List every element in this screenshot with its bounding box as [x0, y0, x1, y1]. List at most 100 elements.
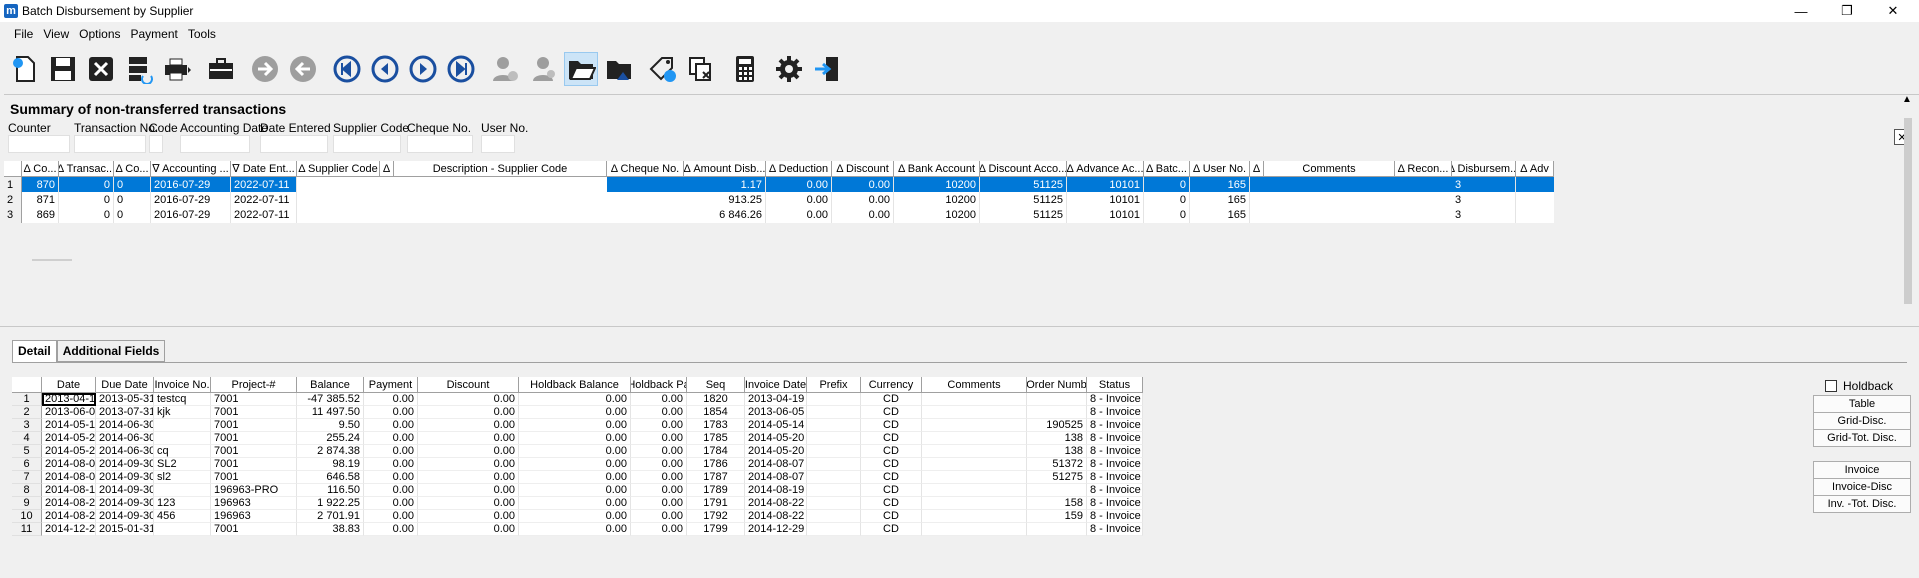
- detail-cell[interactable]: [807, 432, 861, 445]
- supplier-cell[interactable]: [297, 177, 607, 193]
- calculator-icon[interactable]: [728, 52, 762, 86]
- col-batch[interactable]: Δ Batc...: [1144, 161, 1190, 177]
- user-settings-icon[interactable]: [526, 52, 560, 86]
- minimize-button[interactable]: —: [1778, 0, 1824, 22]
- detail-cell[interactable]: 0.00: [631, 393, 687, 406]
- col-sort[interactable]: Δ: [380, 161, 394, 177]
- detail-cell[interactable]: 255.24: [297, 432, 364, 445]
- detail-cell[interactable]: 2014-12-29: [42, 523, 96, 536]
- detail-col-project[interactable]: Project-#: [211, 377, 297, 393]
- col-counter[interactable]: Δ Co...: [22, 161, 59, 177]
- col-advance[interactable]: Δ Adv: [1516, 161, 1554, 177]
- next-record-icon[interactable]: [406, 52, 440, 86]
- cell-disb[interactable]: 3: [1452, 207, 1516, 223]
- detail-cell[interactable]: 0.00: [519, 484, 631, 497]
- detail-cell[interactable]: CD: [861, 471, 922, 484]
- detail-col-due-date[interactable]: Due Date: [96, 377, 154, 393]
- col-accounting-date[interactable]: ∇ Accounting ...: [151, 161, 231, 177]
- col-transaction[interactable]: Δ Transac...: [59, 161, 114, 177]
- detail-cell[interactable]: [922, 406, 1027, 419]
- detail-cell[interactable]: 7001: [211, 406, 297, 419]
- detail-cell[interactable]: CD: [861, 393, 922, 406]
- cell-counter[interactable]: 869: [22, 207, 59, 223]
- detail-cell[interactable]: 0.00: [364, 458, 418, 471]
- detail-cell[interactable]: [922, 393, 1027, 406]
- detail-cell[interactable]: 2014-08-22: [42, 497, 96, 510]
- detail-cell[interactable]: 38.83: [297, 523, 364, 536]
- cell-discount[interactable]: 0.00: [832, 207, 894, 223]
- cell-acc_date[interactable]: 2016-07-29: [151, 177, 231, 193]
- detail-cell[interactable]: 0.00: [418, 458, 519, 471]
- detail-cell[interactable]: 0.00: [519, 393, 631, 406]
- detail-col-status[interactable]: Status: [1087, 377, 1143, 393]
- filter-date-entered-input[interactable]: [260, 135, 328, 153]
- detail-cell[interactable]: 0.00: [418, 445, 519, 458]
- cell-amount[interactable]: 6 846.26: [684, 207, 766, 223]
- detail-col-prefix[interactable]: Prefix: [807, 377, 861, 393]
- detail-cell[interactable]: 2014-09-30: [96, 510, 154, 523]
- detail-cell[interactable]: 0.00: [631, 510, 687, 523]
- first-record-icon[interactable]: [330, 52, 364, 86]
- detail-cell[interactable]: 2014-12-29: [745, 523, 807, 536]
- detail-row-number[interactable]: 11: [12, 523, 42, 536]
- detail-cell[interactable]: 98.19: [297, 458, 364, 471]
- menu-payment[interactable]: Payment: [131, 27, 178, 41]
- col-cheque[interactable]: Δ Cheque No.: [607, 161, 684, 177]
- detail-cell[interactable]: 456: [154, 510, 211, 523]
- detail-row-number[interactable]: 7: [12, 471, 42, 484]
- detail-row-number[interactable]: 4: [12, 432, 42, 445]
- detail-cell[interactable]: 0.00: [418, 484, 519, 497]
- detail-cell[interactable]: 116.50: [297, 484, 364, 497]
- inv-tot-disc-button[interactable]: Inv. -Tot. Disc.: [1813, 495, 1911, 513]
- cell-user[interactable]: 165: [1190, 177, 1250, 193]
- detail-cell[interactable]: 0.00: [631, 419, 687, 432]
- open-folder-icon[interactable]: [564, 52, 598, 86]
- detail-cell[interactable]: 138: [1027, 432, 1087, 445]
- detail-cell[interactable]: [807, 497, 861, 510]
- invoice-button[interactable]: Invoice: [1813, 461, 1911, 479]
- detail-cell[interactable]: 2014-08-07: [745, 458, 807, 471]
- detail-cell[interactable]: 2014-05-14: [42, 419, 96, 432]
- detail-cell[interactable]: 1789: [687, 484, 745, 497]
- col-discount[interactable]: Δ Discount: [832, 161, 894, 177]
- detail-cell[interactable]: 0.00: [418, 471, 519, 484]
- detail-col-holdback-balance[interactable]: Holdback Balance: [519, 377, 631, 393]
- detail-cell[interactable]: 0.00: [418, 432, 519, 445]
- cell-acc_date[interactable]: 2016-07-29: [151, 207, 231, 223]
- tab-additional-fields[interactable]: Additional Fields: [56, 340, 166, 362]
- filter-supplier-input[interactable]: [333, 135, 401, 153]
- detail-cell[interactable]: 51275: [1027, 471, 1087, 484]
- detail-cell[interactable]: 0.00: [631, 406, 687, 419]
- detail-cell[interactable]: [1027, 393, 1087, 406]
- detail-row-number[interactable]: 6: [12, 458, 42, 471]
- detail-cell[interactable]: [922, 523, 1027, 536]
- cell-disb[interactable]: 3: [1452, 177, 1516, 193]
- detail-cell[interactable]: SL2: [154, 458, 211, 471]
- detail-cell[interactable]: 158: [1027, 497, 1087, 510]
- horizontal-scrollbar[interactable]: [32, 259, 72, 261]
- detail-col-currency[interactable]: Currency: [861, 377, 922, 393]
- menu-view[interactable]: View: [43, 27, 69, 41]
- detail-cell[interactable]: 646.58: [297, 471, 364, 484]
- detail-cell[interactable]: 8 - Invoice tra: [1087, 406, 1143, 419]
- detail-cell[interactable]: 1784: [687, 445, 745, 458]
- detail-cell[interactable]: 7001: [211, 419, 297, 432]
- detail-cell[interactable]: 0.00: [519, 523, 631, 536]
- cell-bank[interactable]: 10200: [894, 192, 980, 208]
- user-gear-icon[interactable]: [488, 52, 522, 86]
- cell-trans[interactable]: 0: [59, 192, 114, 208]
- detail-cell[interactable]: 0.00: [519, 510, 631, 523]
- col-advance-account[interactable]: Δ Advance Ac...: [1067, 161, 1144, 177]
- detail-cell[interactable]: 2014-09-30: [96, 484, 154, 497]
- save-icon[interactable]: [46, 52, 80, 86]
- detail-cell[interactable]: 2014-09-30: [96, 458, 154, 471]
- detail-cell[interactable]: 2014-06-30: [96, 432, 154, 445]
- cell-user[interactable]: 165: [1190, 207, 1250, 223]
- detail-cell[interactable]: 0.00: [364, 445, 418, 458]
- cell-amount[interactable]: 1.17: [684, 177, 766, 193]
- detail-cell[interactable]: 2 701.91: [297, 510, 364, 523]
- detail-cell[interactable]: CD: [861, 510, 922, 523]
- cell-code[interactable]: 0: [114, 192, 151, 208]
- detail-cell[interactable]: 138: [1027, 445, 1087, 458]
- detail-cell[interactable]: 2014-09-30: [96, 497, 154, 510]
